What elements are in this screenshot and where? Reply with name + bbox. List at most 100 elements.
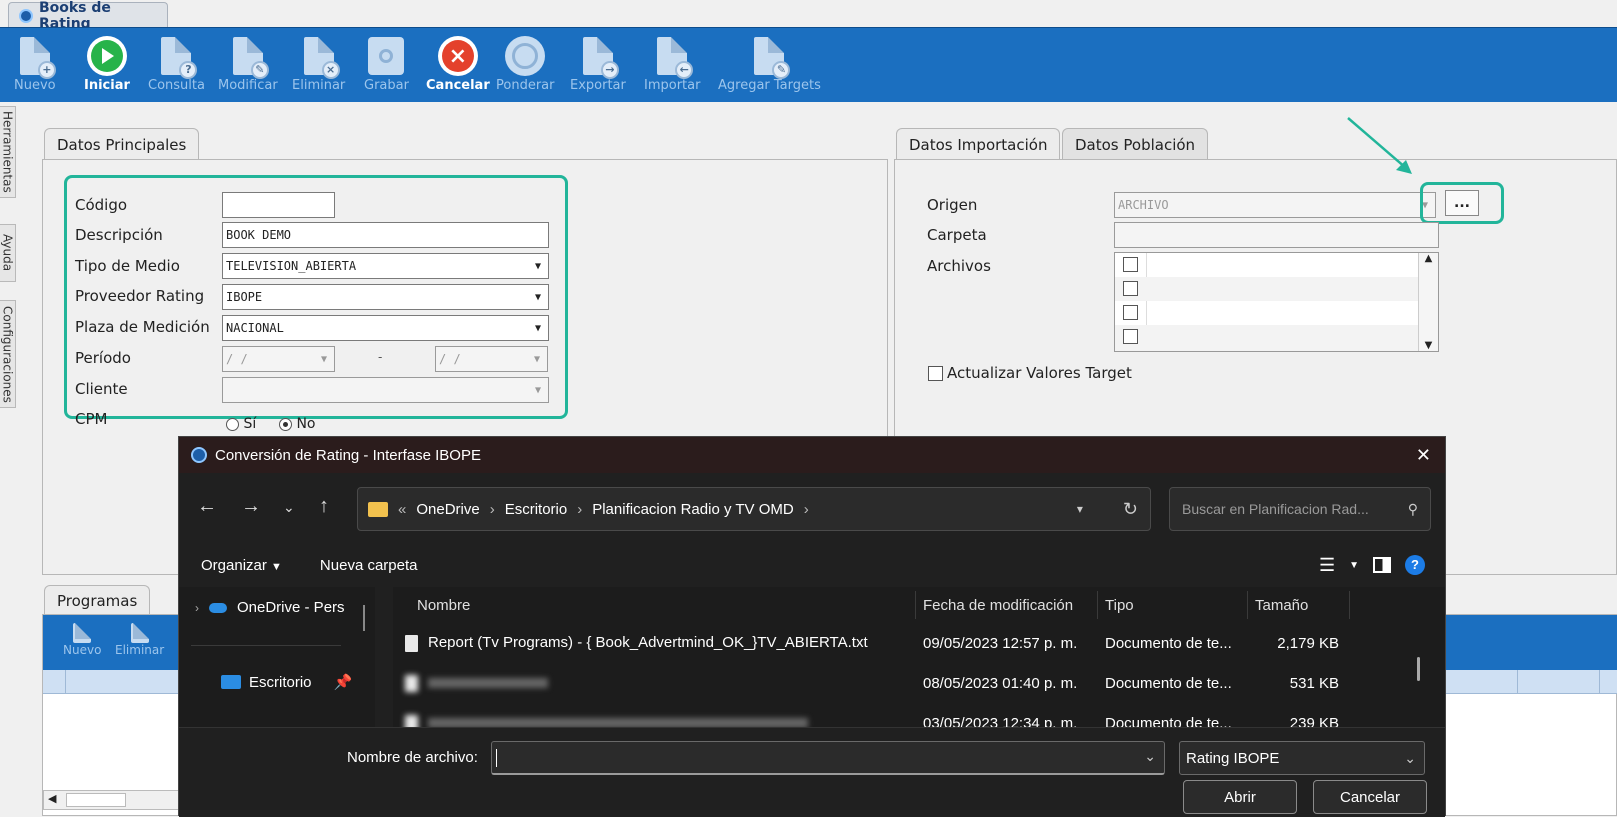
column-size[interactable]: Tamaño — [1255, 597, 1308, 614]
query-document-icon: ? — [161, 37, 198, 79]
radio-selected-icon — [279, 417, 292, 431]
refresh-icon[interactable]: ↻ — [1123, 499, 1138, 520]
side-tab-settings[interactable]: Configuraciones — [0, 300, 16, 408]
new-folder-button[interactable]: Nueva carpeta — [320, 557, 418, 574]
import-button[interactable]: ← Importar — [644, 34, 700, 93]
overflow-chevron-icon[interactable]: « — [398, 501, 406, 518]
checkbox-icon[interactable] — [1123, 281, 1138, 296]
programas-delete-button[interactable]: Eliminar — [115, 623, 164, 657]
open-button[interactable]: Abrir — [1183, 780, 1297, 814]
cloud-icon — [209, 602, 227, 613]
checkbox-icon[interactable] — [928, 365, 943, 381]
file-row[interactable]: 08/05/2023 01:40 p. m. Documento de te..… — [393, 663, 1445, 703]
cliente-label: Cliente — [75, 380, 128, 398]
help-icon[interactable]: ? — [1405, 555, 1425, 575]
close-icon[interactable]: ✕ — [1416, 445, 1431, 466]
programas-hscrollbar[interactable]: ◀ — [43, 790, 183, 810]
import-button-label: Importar — [644, 78, 701, 93]
archivos-label: Archivos — [927, 257, 991, 275]
proveedor-select[interactable]: IBOPE ▼ — [222, 284, 549, 310]
chevron-down-icon[interactable]: ▾ — [1077, 502, 1083, 516]
dialog-command-bar: Organizar ▼ Nueva carpeta ☰ ▼ ? — [179, 543, 1445, 587]
plaza-label: Plaza de Medición — [75, 318, 210, 336]
cpm-si-option[interactable]: Sí — [226, 416, 256, 432]
tab-datos-importacion[interactable]: Datos Importación — [896, 128, 1061, 160]
tipo-medio-select[interactable]: TELEVISION_ABIERTA ▼ — [222, 253, 549, 279]
checkbox-icon[interactable] — [1123, 329, 1138, 344]
nav-item-onedrive[interactable]: › OneDrive - Pers — [195, 599, 365, 616]
file-list-scrollbar[interactable] — [1417, 657, 1420, 681]
file-row[interactable]: 03/05/2023 12:34 p. m. Documento de te..… — [393, 703, 1445, 727]
query-button-label: Consulta — [148, 78, 205, 93]
file-row[interactable]: Report (Tv Programs) - { Book_Advertmind… — [393, 623, 1445, 663]
forward-arrow-icon[interactable]: → — [241, 495, 261, 518]
filetype-select[interactable]: Rating IBOPE ⌄ — [1179, 741, 1425, 775]
scroll-up-icon[interactable]: ▲ — [1419, 253, 1438, 264]
recent-chevron-icon[interactable]: ⌄ — [283, 499, 295, 516]
breadcrumb-escritorio[interactable]: Escritorio — [505, 501, 568, 518]
cancel-button[interactable]: × Cancelar — [426, 34, 490, 93]
pin-icon[interactable]: 📌 — [334, 673, 353, 691]
weight-button[interactable]: Ponderar — [496, 34, 554, 93]
nav-item-escritorio[interactable]: Escritorio 📌 — [221, 673, 352, 691]
new-button[interactable]: + Nuevo — [14, 34, 56, 93]
start-button-label: Iniciar — [84, 78, 130, 93]
tab-datos-principales[interactable]: Datos Principales — [44, 128, 200, 160]
chevron-down-icon: ▼ — [271, 560, 282, 573]
scroll-left-icon[interactable]: ◀ — [48, 792, 56, 805]
view-list-icon[interactable]: ☰ — [1319, 555, 1335, 576]
periodo-from-input[interactable]: / / ▼ — [222, 346, 335, 372]
periodo-to-input[interactable]: / / ▼ — [435, 346, 548, 372]
checkbox-icon[interactable] — [1123, 305, 1138, 320]
organize-menu[interactable]: Organizar ▼ — [201, 557, 282, 574]
query-button[interactable]: ? Consulta — [148, 34, 205, 93]
column-type[interactable]: Tipo — [1105, 597, 1134, 614]
file-open-dialog: Conversión de Rating - Interfase IBOPE ✕… — [178, 436, 1446, 817]
chevron-right-icon[interactable]: › — [195, 601, 199, 615]
filename-input[interactable]: ⌄ — [491, 741, 1165, 775]
side-tab-tools[interactable]: Herramientas — [0, 106, 16, 198]
cpm-no-option[interactable]: No — [279, 416, 316, 432]
archivos-list[interactable]: ▲ ▼ — [1114, 252, 1439, 352]
cancel-dialog-button[interactable]: Cancelar — [1313, 780, 1427, 814]
programas-new-button[interactable]: Nuevo — [63, 623, 101, 657]
back-arrow-icon[interactable]: ← — [197, 495, 217, 518]
up-arrow-icon[interactable]: ↑ — [319, 495, 329, 518]
add-targets-button[interactable]: ✎ Agregar Targets — [718, 34, 821, 93]
app-tab[interactable]: Books de Rating — [8, 0, 168, 32]
export-button[interactable]: → Exportar — [570, 34, 626, 93]
delete-button[interactable]: × Eliminar — [292, 34, 345, 93]
cliente-select[interactable]: ▼ — [222, 377, 549, 403]
export-icon: → — [582, 37, 619, 79]
checkbox-icon[interactable] — [1123, 257, 1138, 272]
chevron-down-icon[interactable]: ⌄ — [1144, 748, 1156, 765]
chevron-down-icon[interactable]: ▼ — [1349, 560, 1359, 571]
column-name[interactable]: Nombre — [417, 597, 470, 614]
archivos-scrollbar[interactable]: ▲ ▼ — [1418, 253, 1438, 351]
descripcion-input[interactable]: BOOK DEMO — [222, 222, 549, 248]
plaza-select[interactable]: NACIONAL ▼ — [222, 315, 549, 341]
breadcrumb-planificacion[interactable]: Planificacion Radio y TV OMD — [592, 501, 793, 518]
search-input[interactable]: Buscar en Planificacion Rad... ⚲ — [1169, 487, 1431, 531]
codigo-input[interactable] — [222, 192, 335, 218]
dialog-titlebar: Conversión de Rating - Interfase IBOPE ✕ — [179, 437, 1445, 473]
import-icon: ← — [657, 37, 694, 79]
carpeta-input[interactable] — [1114, 222, 1439, 248]
save-button[interactable]: Grabar — [364, 34, 409, 93]
breadcrumb-onedrive[interactable]: OneDrive — [416, 501, 479, 518]
modify-button[interactable]: ✎ Modificar — [218, 34, 278, 93]
tab-datos-poblacion[interactable]: Datos Población — [1062, 128, 1209, 160]
scroll-down-icon[interactable]: ▼ — [1419, 340, 1438, 351]
nav-scrollbar[interactable] — [363, 605, 365, 631]
start-button[interactable]: Iniciar — [84, 34, 130, 93]
column-date[interactable]: Fecha de modificación — [923, 597, 1073, 614]
address-bar[interactable]: « OneDrive › Escritorio › Planificacion … — [357, 487, 1151, 531]
browse-button[interactable]: ... — [1445, 190, 1479, 216]
side-tab-help[interactable]: Ayuda — [0, 224, 16, 282]
preview-pane-icon[interactable] — [1373, 557, 1391, 573]
origen-select[interactable]: ARCHIVO ▼ — [1114, 192, 1436, 218]
actualizar-checkbox[interactable]: Actualizar Valores Target — [928, 364, 1132, 382]
add-targets-icon: ✎ — [754, 37, 791, 79]
tab-programas[interactable]: Programas — [44, 585, 151, 615]
chevron-down-icon: ▼ — [320, 353, 328, 365]
